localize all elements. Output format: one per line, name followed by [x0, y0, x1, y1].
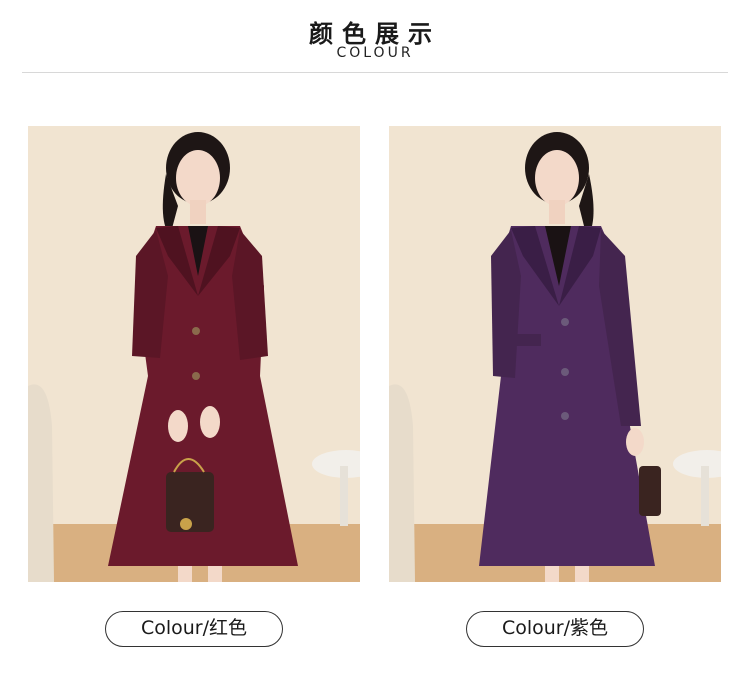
- model-illustration-red: [28, 126, 360, 582]
- section-header: 颜色展示 COLOUR: [0, 0, 750, 74]
- color-option-red[interactable]: Colour/红色: [105, 611, 283, 647]
- header-divider: [22, 72, 728, 73]
- color-option-purple[interactable]: Colour/紫色: [466, 611, 644, 647]
- product-photo-red: [28, 126, 360, 582]
- section-subtitle: COLOUR: [336, 45, 414, 61]
- product-photo-purple: [389, 126, 721, 582]
- section-title: 颜色展示: [309, 20, 441, 48]
- model-illustration-purple: [389, 126, 721, 582]
